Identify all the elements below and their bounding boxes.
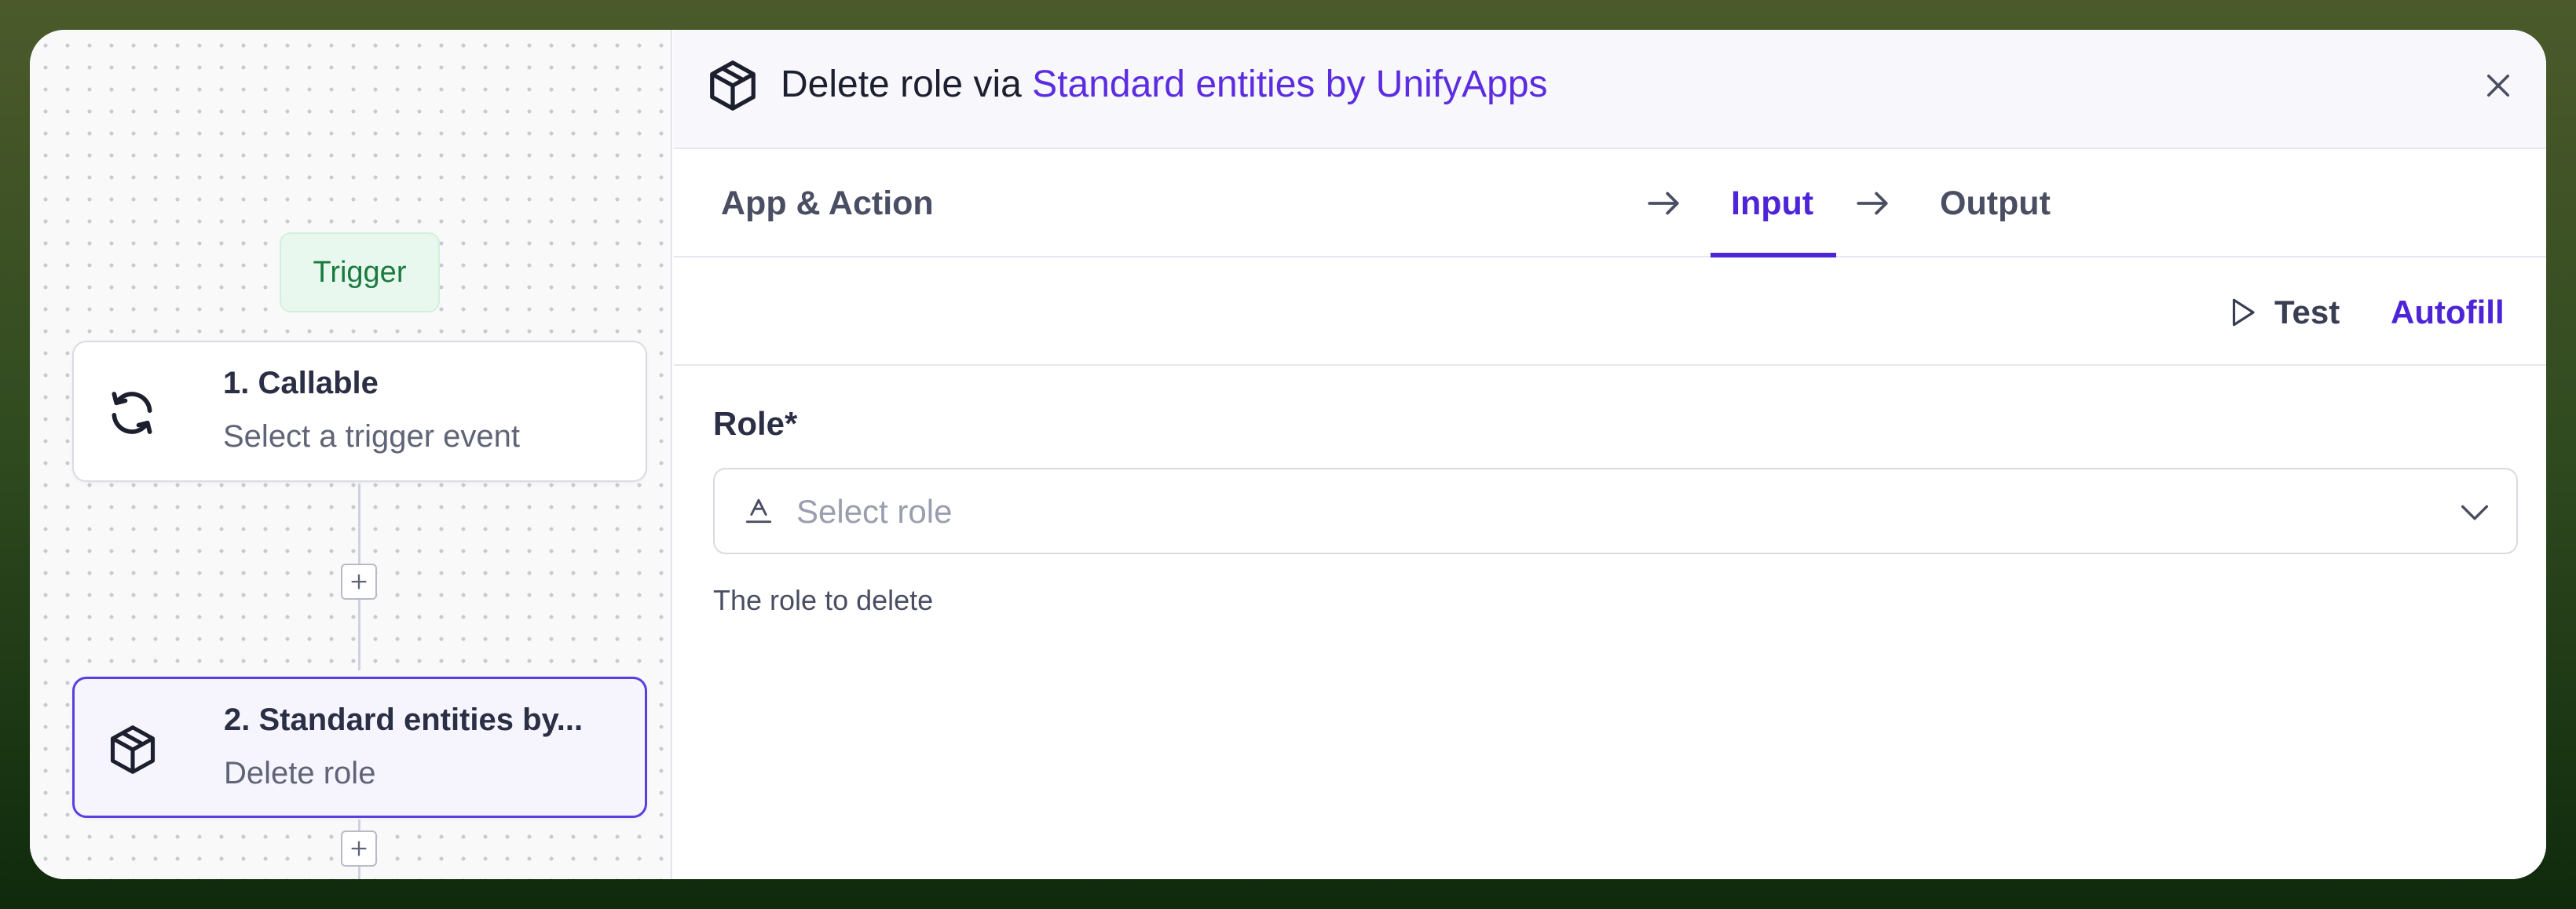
plus-icon (351, 841, 367, 856)
tab-output[interactable]: Output (1940, 149, 2051, 257)
test-button[interactable]: Test (2226, 289, 2340, 336)
test-label: Test (2274, 294, 2340, 330)
title-prefix: Delete role via (781, 64, 1022, 105)
chevron-down-icon (2461, 505, 2489, 520)
step-tabs: App & Action Input Output (674, 149, 2546, 257)
app-window: Trigger 1. Callable Select a trigger eve… (30, 30, 2546, 879)
active-tab-indicator (1711, 253, 1836, 257)
tab-app-action[interactable]: App & Action (721, 149, 934, 257)
close-icon[interactable] (2482, 69, 2515, 102)
step-config-panel: Delete role via Standard entities by Uni… (674, 30, 2546, 879)
add-step-button[interactable] (341, 831, 377, 867)
role-field-help: The role to delete (713, 584, 934, 616)
package-icon (110, 725, 156, 774)
arrow-right-icon (1857, 192, 1888, 215)
role-select[interactable]: Select role (713, 468, 2518, 554)
app-link[interactable]: Standard entities by UnifyApps (1032, 64, 1547, 105)
arrow-right-icon (1648, 192, 1679, 215)
trigger-badge: Trigger (280, 232, 440, 312)
role-select-placeholder: Select role (796, 493, 953, 530)
role-field-label: Role* (713, 405, 798, 442)
panel-title: Delete role via Standard entities by Uni… (781, 63, 1548, 106)
tab-input[interactable]: Input (1731, 149, 1813, 257)
flow-node-callable[interactable]: 1. Callable Select a trigger event (72, 341, 647, 482)
flow-canvas[interactable]: Trigger 1. Callable Select a trigger eve… (30, 30, 672, 879)
flow-node-standard-entities[interactable]: 2. Standard entities by... Delete role (72, 677, 647, 818)
autofill-button[interactable]: Autofill (2391, 289, 2505, 336)
panel-toolbar: Test Autofill (674, 259, 2546, 366)
node-subtitle: Delete role (224, 756, 376, 790)
node-title: 1. Callable (223, 366, 379, 400)
play-icon (2232, 298, 2255, 327)
package-icon (710, 60, 756, 111)
add-step-button[interactable] (341, 564, 377, 600)
node-subtitle: Select a trigger event (223, 419, 520, 454)
plus-icon (351, 574, 367, 590)
text-type-icon (745, 498, 772, 524)
refresh-icon (112, 392, 152, 434)
panel-header: Delete role via Standard entities by Uni… (674, 30, 2546, 149)
node-title: 2. Standard entities by... (224, 703, 584, 737)
